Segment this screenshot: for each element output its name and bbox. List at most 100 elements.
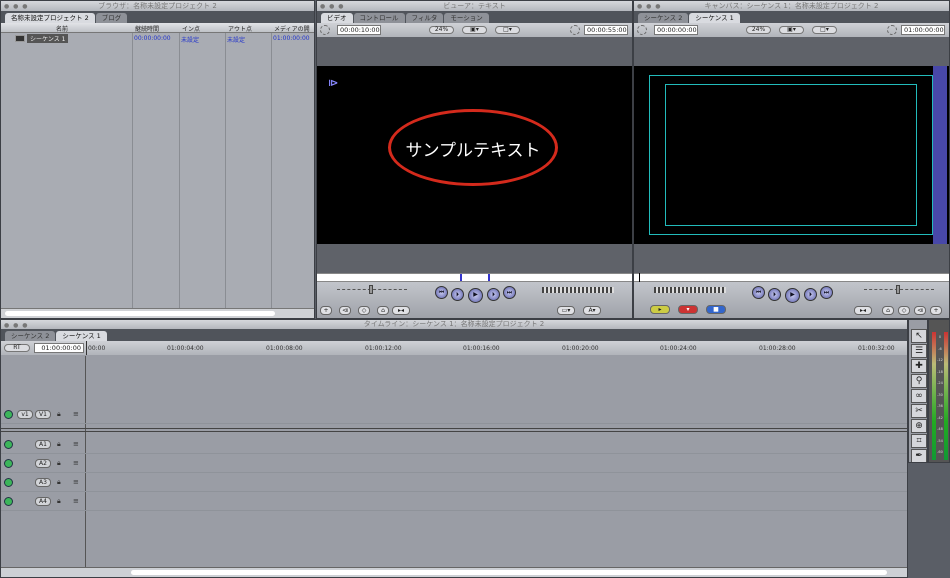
browser-title-bar[interactable]: ● ● ● ブラウザ：名称未設定プロジェクト 2	[1, 1, 314, 11]
col-duration[interactable]: 継続時間	[135, 24, 159, 33]
replace-edit-button[interactable]: ■	[706, 305, 726, 314]
scrubber-bar[interactable]	[634, 273, 949, 282]
play-in-out-button[interactable]: ⏵	[768, 288, 781, 301]
lock-icon[interactable]: 🔒︎	[57, 440, 61, 449]
insert-edit-button[interactable]: ▸	[650, 305, 670, 314]
tab-filters[interactable]: フィルタ	[405, 13, 444, 23]
dest-patch[interactable]: V1	[35, 410, 51, 419]
next-edit-button[interactable]: ⏭	[820, 286, 833, 299]
track-select-tool-icon[interactable]: ☰	[911, 344, 927, 358]
col-name[interactable]: 名前	[56, 24, 68, 33]
tab-controls[interactable]: コントロール	[353, 13, 405, 23]
auto-select-icon[interactable]: ≡	[73, 440, 79, 448]
shuttle-control[interactable]	[542, 287, 614, 293]
audio-track-a1[interactable]: A1 🔒︎ ≡	[1, 436, 907, 454]
mark-in-button[interactable]: ⧏	[339, 306, 351, 315]
timecode-duration[interactable]: 00:00:10:00	[337, 25, 381, 35]
tab-sequence-2[interactable]: シーケンス 2	[5, 331, 56, 341]
mark-clip-button[interactable]: ⌂	[377, 306, 389, 315]
mark-in-button[interactable]: ⧏	[914, 306, 926, 315]
play-around-button[interactable]: ⏵	[487, 288, 500, 301]
zoom-popup[interactable]: 24%	[429, 26, 454, 34]
col-in[interactable]: イン点	[182, 24, 200, 33]
mark-in-out-button[interactable]: ▸◂	[392, 306, 410, 315]
lock-icon[interactable]: 🔒︎	[57, 478, 61, 487]
display-popup[interactable]: □▾	[495, 26, 520, 34]
pen-tool-icon[interactable]: ✒	[911, 449, 927, 462]
track-audible-toggle[interactable]	[4, 440, 13, 449]
rt-popup[interactable]: RT	[4, 344, 30, 352]
col-out[interactable]: アウト点	[228, 24, 252, 33]
slip-tool-icon[interactable]: ∞	[911, 389, 927, 403]
dest-patch[interactable]: A3	[35, 478, 51, 487]
lock-icon[interactable]: 🔒︎	[57, 459, 61, 468]
add-marker-button[interactable]: ◇	[898, 306, 910, 315]
play-around-button[interactable]: ⏵	[804, 288, 817, 301]
dest-patch[interactable]: A2	[35, 459, 51, 468]
mark-clip-button[interactable]: ⌂	[882, 306, 894, 315]
display-popup[interactable]: □▾	[812, 26, 837, 34]
video-track-v1[interactable]: v1 V1 🔒︎ ≡	[1, 406, 907, 424]
generator-popup[interactable]: A▾	[583, 306, 601, 315]
auto-select-icon[interactable]: ≡	[73, 478, 79, 486]
prev-edit-button[interactable]: ⏮	[435, 286, 448, 299]
window-buttons[interactable]: ● ● ●	[4, 2, 29, 12]
track-audible-toggle[interactable]	[4, 478, 13, 487]
shuttle-control[interactable]	[654, 287, 726, 293]
selection-tool-icon[interactable]: ↖	[911, 329, 927, 343]
scrubber-bar[interactable]	[317, 273, 632, 282]
ripple-tool-icon[interactable]: ✚	[911, 359, 927, 373]
source-patch[interactable]: v1	[17, 410, 33, 419]
play-in-out-button[interactable]: ⏵	[451, 288, 464, 301]
roll-tool-icon[interactable]: ⚲	[911, 374, 927, 388]
insert-button[interactable]: +	[320, 306, 332, 315]
add-marker-button[interactable]: ◇	[358, 306, 370, 315]
next-edit-button[interactable]: ⏭	[503, 286, 516, 299]
lock-icon[interactable]: 🔒︎	[57, 410, 61, 419]
play-button[interactable]: ▶	[468, 288, 483, 303]
prev-edit-button[interactable]: ⏮	[752, 286, 765, 299]
zoom-tool-icon[interactable]: ⊕	[911, 419, 927, 433]
auto-select-icon[interactable]: ≡	[73, 410, 79, 418]
play-button[interactable]: ▶	[785, 288, 800, 303]
jog-slider[interactable]	[337, 285, 407, 294]
audio-track-a3[interactable]: A3 🔒︎ ≡	[1, 474, 907, 492]
current-timecode[interactable]: 00:00:55:00	[584, 25, 628, 35]
track-visibility-toggle[interactable]	[4, 410, 13, 419]
tab-project[interactable]: 名称未設定プロジェクト 2	[5, 13, 95, 23]
tab-blog[interactable]: ブログ	[95, 13, 128, 23]
tab-sequence-2[interactable]: シーケンス 2	[638, 13, 689, 23]
current-timecode[interactable]: 01:00:00:00	[901, 25, 945, 35]
timeline-timecode[interactable]: 01:00:00:00	[34, 343, 84, 353]
overwrite-edit-button[interactable]: ▾	[678, 305, 698, 314]
zoom-popup[interactable]: 24%	[746, 26, 771, 34]
mark-in-out-button[interactable]: ▸◂	[854, 306, 872, 315]
timeline-scrollbar[interactable]	[1, 567, 907, 577]
timecode-duration[interactable]: 00:00:00:00	[654, 25, 698, 35]
list-item[interactable]: シーケンス 1 00:00:00:00 未設定 未設定 01:00:00:00	[1, 33, 314, 44]
audio-track-a4[interactable]: A4 🔒︎ ≡	[1, 493, 907, 511]
tab-sequence-1[interactable]: シーケンス 1	[689, 13, 740, 23]
jog-slider[interactable]	[864, 285, 934, 294]
timeline-ruler[interactable]: RT 01:00:00:00 00:00 01:00:04:00 01:00:0…	[1, 341, 907, 355]
viewer-title-bar[interactable]: ● ● ● ビューア：テキスト	[317, 1, 632, 11]
tab-motion[interactable]: モーション	[444, 13, 489, 23]
insert-button[interactable]: +	[930, 306, 942, 315]
view-popup[interactable]: ▣▾	[462, 26, 487, 34]
crop-tool-icon[interactable]: ⌗	[911, 434, 927, 448]
canvas-title-bar[interactable]: ● ● ● キャンバス：シーケンス 1：名称未設定プロジェクト 2	[634, 1, 949, 11]
track-audible-toggle[interactable]	[4, 459, 13, 468]
timeline-title-bar[interactable]: ● ● ● タイムライン：シーケンス 1：名称未設定プロジェクト 2	[1, 320, 907, 329]
auto-select-icon[interactable]: ≡	[73, 497, 79, 505]
dest-patch[interactable]: A4	[35, 497, 51, 506]
recent-clips-popup[interactable]: ▭▾	[557, 306, 575, 315]
col-media-start[interactable]: メディアの開	[274, 24, 310, 33]
view-popup[interactable]: ▣▾	[779, 26, 804, 34]
lock-icon[interactable]: 🔒︎	[57, 497, 61, 506]
auto-select-icon[interactable]: ≡	[73, 459, 79, 467]
horizontal-scrollbar[interactable]	[1, 308, 314, 318]
track-audible-toggle[interactable]	[4, 497, 13, 506]
razor-tool-icon[interactable]: ✂	[911, 404, 927, 418]
dest-patch[interactable]: A1	[35, 440, 51, 449]
tab-video[interactable]: ビデオ	[321, 13, 353, 23]
